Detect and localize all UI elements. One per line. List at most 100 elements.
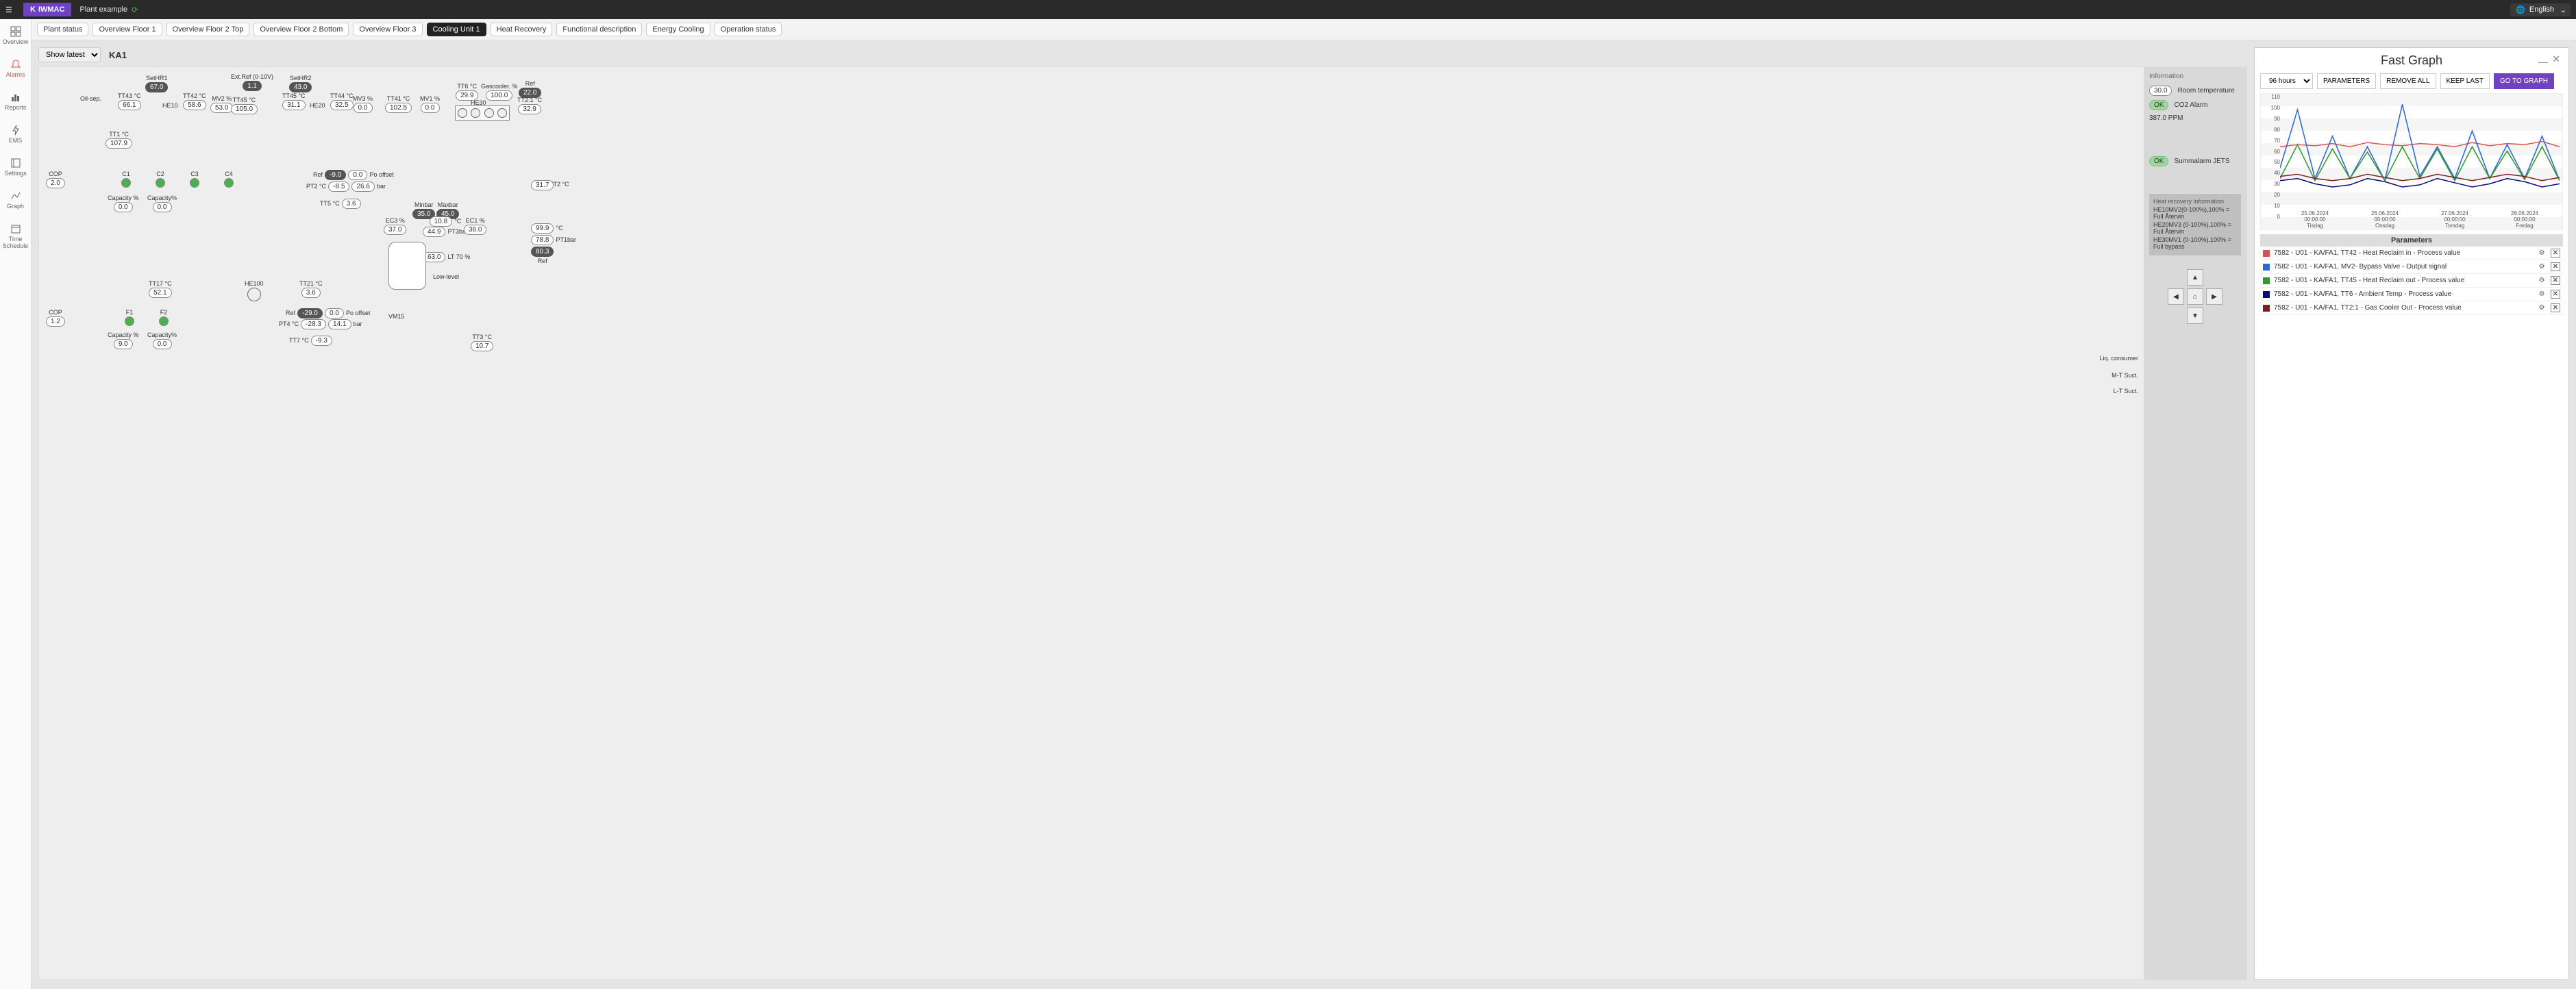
keep-last-button[interactable]: KEEP LAST [2440, 73, 2490, 89]
mv3-value[interactable]: 0.0 [354, 103, 373, 113]
extref-value[interactable]: 1.1 [243, 81, 262, 91]
pt2-value[interactable]: -8.5 [328, 181, 349, 192]
show-select[interactable]: Show latest [38, 47, 101, 62]
tab-heat-recovery[interactable]: Heat Recovery [491, 23, 553, 36]
dpad-down[interactable]: ▼ [2187, 308, 2203, 324]
pt3-v1[interactable]: 10.8 [430, 216, 452, 227]
tt2-value[interactable]: 31.7 [531, 180, 554, 190]
hamburger-menu-icon[interactable]: ☰ [5, 5, 19, 14]
cop1-value[interactable]: 2.0 [46, 178, 65, 188]
tt43-value[interactable]: 66.1 [118, 100, 140, 110]
mv2-value[interactable]: 53.0 [210, 103, 233, 113]
nav-alarms[interactable]: Alarms [0, 56, 31, 81]
nav-settings[interactable]: Settings [0, 155, 31, 179]
tab-overview-floor-1[interactable]: Overview Floor 1 [92, 23, 162, 36]
gear-icon[interactable]: ⚙ [2537, 304, 2547, 312]
gear-icon[interactable]: ⚙ [2537, 277, 2547, 284]
remove-icon[interactable]: ✕ [2551, 262, 2560, 271]
refpo-value[interactable]: -9.0 [325, 170, 346, 180]
cap3-label: Capacity % [108, 331, 139, 338]
remove-icon[interactable]: ✕ [2551, 249, 2560, 258]
cap3-value[interactable]: 9.0 [114, 339, 133, 349]
brand-logo[interactable]: K IWMAC [23, 3, 71, 16]
tt41-value[interactable]: 102.5 [385, 103, 412, 113]
tt5-value[interactable]: 3.6 [342, 199, 361, 209]
pt3-v2[interactable]: 44.9 [423, 227, 445, 237]
gascooler-value[interactable]: 100.0 [486, 90, 512, 101]
tab-bar: Plant status Overview Floor 1 Overview Flo… [32, 19, 2576, 40]
close-icon[interactable]: ✕ [2552, 53, 2560, 65]
gear-icon[interactable]: ⚙ [2537, 249, 2547, 257]
val99-value[interactable]: 99.9 [531, 223, 554, 234]
tt3-value[interactable]: 10.7 [471, 341, 493, 351]
refbot-value[interactable]: 80.3 [531, 247, 554, 257]
refpo2-value[interactable]: -29.0 [297, 308, 323, 318]
nav-graph[interactable]: Graph [0, 188, 31, 212]
pt4-value[interactable]: -28.3 [301, 319, 326, 329]
dpad-right[interactable]: ▶ [2206, 288, 2222, 305]
nav-time-schedule[interactable]: Time Schedule [0, 221, 31, 252]
parameters-button[interactable]: PARAMETERS [2317, 73, 2376, 89]
tt17-label: TT17 °C [149, 280, 172, 287]
co2-status: OK [2149, 100, 2168, 110]
cap4-value[interactable]: 0.0 [153, 339, 172, 349]
tab-overview-floor-3[interactable]: Overview Floor 3 [353, 23, 422, 36]
tt44-label: TT44 °C [330, 92, 354, 99]
tt45b-value[interactable]: 31.1 [282, 100, 305, 110]
tab-energy-cooling[interactable]: Energy Cooling [646, 23, 710, 36]
remove-all-button[interactable]: REMOVE ALL [2380, 73, 2436, 89]
lt-value[interactable]: 63.0 [423, 252, 445, 262]
go-to-graph-button[interactable]: GO TO GRAPH [2494, 73, 2554, 89]
pt2-bar[interactable]: 26.6 [351, 181, 374, 192]
room-temp-value[interactable]: 30.0 [2149, 86, 2172, 96]
gear-icon[interactable]: ⚙ [2537, 263, 2547, 271]
nav-reports[interactable]: Reports [0, 89, 31, 114]
pt4-bar[interactable]: 14.1 [328, 319, 351, 329]
tab-overview-floor-2-top[interactable]: Overview Floor 2 Top [166, 23, 250, 36]
tt21-value[interactable]: 32.9 [518, 104, 541, 114]
cap1-value[interactable]: 0.0 [114, 202, 133, 212]
mv1-value[interactable]: 0.0 [421, 103, 440, 113]
gear-icon[interactable]: ⚙ [2537, 290, 2547, 298]
co2-label: CO2 Alarm [2174, 101, 2207, 109]
cop1-label: COP [49, 171, 62, 177]
range-select[interactable]: 96 hours [2260, 73, 2313, 89]
nav-overview[interactable]: Overview [0, 23, 31, 48]
dpad-up[interactable]: ▲ [2187, 269, 2203, 286]
minimize-icon[interactable]: — [2538, 56, 2548, 67]
tt42-value[interactable]: 58.6 [183, 100, 206, 110]
tab-overview-floor-2-bottom[interactable]: Overview Floor 2 Bottom [253, 23, 349, 36]
remove-icon[interactable]: ✕ [2551, 303, 2560, 312]
xtick: 25.06.202400:00:00Tisdag [2301, 210, 2329, 229]
language-selector[interactable]: 🌐 English [2510, 3, 2571, 16]
sethr2-value[interactable]: 43.0 [289, 82, 312, 92]
tab-operation-status[interactable]: Operation status [715, 23, 782, 36]
tt45-value[interactable]: 105.0 [231, 104, 258, 114]
pt1-value[interactable]: 78.8 [531, 235, 554, 245]
tt45b-label: TT45 °C [282, 92, 306, 99]
tt21val-value[interactable]: 3.6 [301, 288, 321, 298]
he10-label: HE10 [162, 102, 178, 109]
remove-icon[interactable]: ✕ [2551, 276, 2560, 285]
refresh-icon[interactable]: ⟳ [132, 5, 138, 14]
tt7-value[interactable]: -9.3 [311, 336, 332, 346]
dpad-home[interactable]: ⌂ [2187, 288, 2203, 305]
chart-area[interactable]: 1101009080706050403020100 25.06.202400:0… [2260, 93, 2563, 230]
tt1-value[interactable]: 107.9 [106, 138, 132, 149]
nav-ems[interactable]: EMS [0, 122, 31, 147]
tab-plant-status[interactable]: Plant status [37, 23, 88, 36]
tt44-value[interactable]: 32.5 [330, 100, 353, 110]
cap2-value[interactable]: 0.0 [153, 202, 172, 212]
tab-cooling-unit-1[interactable]: Cooling Unit 1 [427, 23, 486, 36]
remove-icon[interactable]: ✕ [2551, 290, 2560, 299]
cop2-value[interactable]: 1.2 [46, 316, 65, 327]
info-heading: Information [2149, 73, 2241, 80]
tt17-value[interactable]: 52.1 [149, 288, 171, 298]
dpad-left[interactable]: ◀ [2168, 288, 2184, 305]
sethr1-value[interactable]: 67.0 [145, 82, 168, 92]
ec3-value[interactable]: 37.0 [384, 225, 406, 235]
tab-functional-description[interactable]: Functional description [556, 23, 642, 36]
ec1-value[interactable]: 38.0 [464, 225, 486, 235]
po-offset2-value[interactable]: 0.0 [325, 308, 344, 318]
po-offset-value[interactable]: 0.0 [348, 170, 367, 180]
